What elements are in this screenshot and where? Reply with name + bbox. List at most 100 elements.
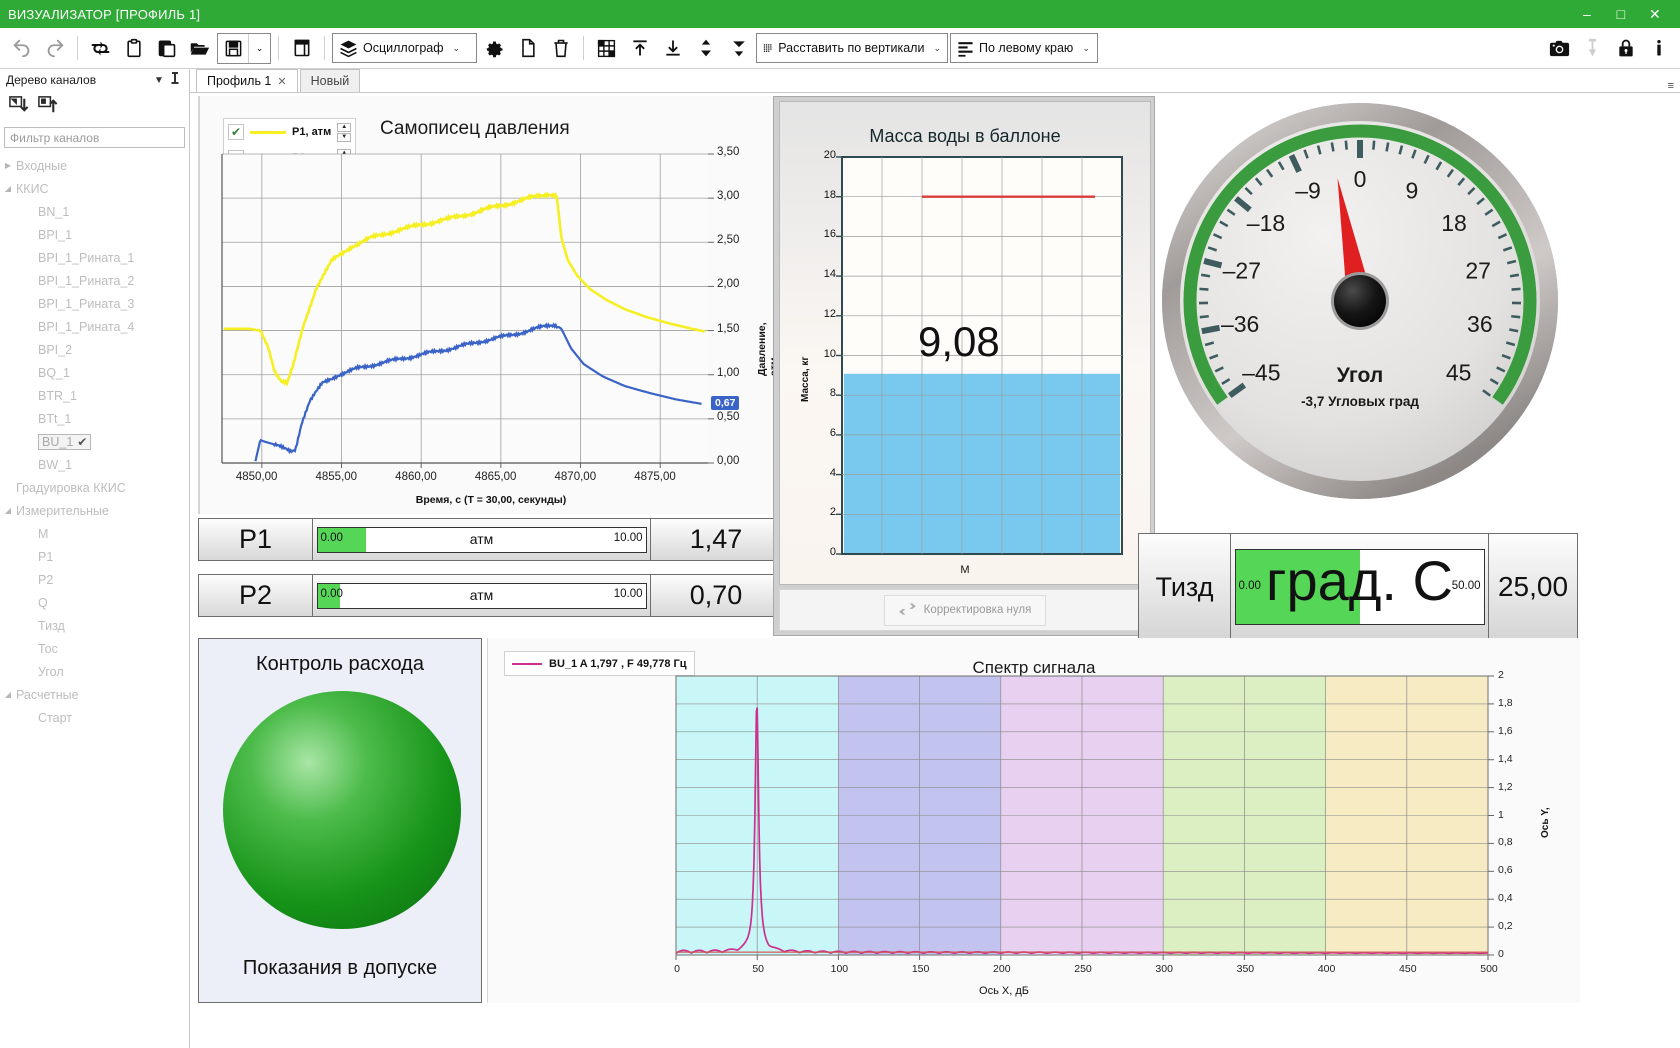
tree-item[interactable]: BN_1	[0, 200, 189, 223]
tree-item[interactable]: BPI_1_Рината_1	[0, 246, 189, 269]
tree-expander-icon[interactable]: ◢	[0, 690, 16, 699]
tree-item-label: BPI_1_Рината_3	[38, 296, 135, 311]
minimize-button[interactable]: –	[1570, 0, 1604, 28]
tree-item[interactable]: P2	[0, 568, 189, 591]
water-mass-y-tick: 20	[823, 149, 836, 161]
tree-item[interactable]: BTt_1	[0, 407, 189, 430]
spectrum-y-tick: 0,2	[1498, 920, 1513, 933]
recorder-x-tick: 4850,00	[235, 471, 278, 483]
spectrum-plot[interactable]	[488, 638, 1581, 1003]
readout-bar-p1[interactable]: 0.00 атм 10.00	[316, 526, 647, 553]
clipboard-icon[interactable]	[118, 33, 149, 64]
gauge-value-text: -3,7 Угловых град	[1301, 394, 1419, 409]
tree-item[interactable]: Q	[0, 591, 189, 614]
pin-icon[interactable]	[1577, 33, 1608, 64]
tab-new[interactable]: Новый	[299, 69, 361, 92]
tree-item-label: Угол	[38, 664, 64, 679]
new-document-icon[interactable]	[512, 33, 543, 64]
flow-control-panel: Контроль расхода Показания в допуске	[198, 638, 482, 1003]
tree-item[interactable]: BPI_1_Рината_4	[0, 315, 189, 338]
info-icon[interactable]	[1643, 33, 1674, 64]
close-icon[interactable]: ✕	[277, 75, 286, 88]
tree-item[interactable]: BPI_1	[0, 223, 189, 246]
camera-icon[interactable]	[1544, 33, 1575, 64]
expand-vertical-icon[interactable]	[690, 33, 721, 64]
lock-icon[interactable]	[1610, 33, 1641, 64]
folder-open-icon[interactable]	[184, 33, 215, 64]
zero-correction-button[interactable]: Корректировка нуля	[883, 594, 1047, 626]
refresh-icon[interactable]	[85, 33, 116, 64]
window-titlebar: ВИЗУАЛИЗАТОР [ПРОФИЛЬ 1] – □ ✕	[0, 0, 1680, 28]
angle-gauge[interactable]: –45–36–27–18–9 0 918273645	[1140, 96, 1580, 526]
readout-unit-p1: атм	[469, 530, 494, 547]
tree-item[interactable]: BU_1 ✔	[0, 430, 189, 453]
spectrum-x-label: Ось X, дБ	[979, 985, 1029, 997]
tree-item-check-icon: ✔	[77, 434, 88, 449]
pin-icon[interactable]	[167, 72, 183, 88]
gauge-tick-label: 27	[1465, 258, 1491, 284]
tree-item[interactable]: Тос	[0, 637, 189, 660]
tree-expander-icon[interactable]: ◢	[0, 506, 16, 515]
undo-icon[interactable]	[6, 33, 37, 64]
trash-icon[interactable]	[545, 33, 576, 64]
filter-input[interactable]: Фильтр каналов	[4, 127, 185, 148]
align-top-icon[interactable]	[624, 33, 655, 64]
readout-row-p2: P2 0.00 атм 10.00 0,70	[198, 574, 782, 617]
align-bottom-icon[interactable]	[657, 33, 688, 64]
grid-icon[interactable]	[591, 33, 622, 64]
import-channels-icon[interactable]	[8, 94, 31, 122]
close-button[interactable]: ✕	[1638, 0, 1672, 28]
save-dropdown-chevron-icon[interactable]: ⌄	[248, 33, 270, 63]
tizd-bar[interactable]: 0.00 град. С 50.00	[1234, 549, 1485, 625]
maximize-button[interactable]: □	[1604, 0, 1638, 28]
tree-expander-icon[interactable]: ◢	[0, 184, 16, 193]
gear-icon[interactable]	[479, 33, 510, 64]
chevron-down-icon[interactable]: ⌄	[933, 43, 941, 54]
paste-icon[interactable]	[151, 33, 182, 64]
save-split-button[interactable]: ⌄	[217, 32, 271, 64]
tab-menu-icon[interactable]: ≡	[1668, 81, 1674, 92]
tree-item[interactable]: BQ_1	[0, 361, 189, 384]
chevron-down-icon[interactable]: ⌄	[453, 43, 461, 54]
tab-profile-1[interactable]: Профиль 1 ✕	[196, 69, 298, 92]
recorder-x-tick: 4860,00	[395, 471, 437, 483]
tree-item[interactable]: Градуировка ККИС	[0, 476, 189, 499]
arrange-combobox[interactable]: Расставить по вертикали ⌄	[756, 33, 948, 63]
tree-item-label: BN_1	[38, 204, 70, 219]
tree-item[interactable]: Угол	[0, 660, 189, 683]
tab-bar: Профиль 1 ✕ Новый ≡	[190, 69, 1680, 93]
tree-item[interactable]: Старт	[0, 706, 189, 729]
tree-expander-icon[interactable]: ▶	[0, 161, 16, 170]
tree-item[interactable]: ◢ Расчетные	[0, 683, 189, 706]
export-channels-icon[interactable]	[37, 94, 60, 122]
recorder-plot[interactable]	[200, 96, 784, 514]
tree-item[interactable]: BPI_1_Рината_2	[0, 269, 189, 292]
redo-icon[interactable]	[39, 33, 70, 64]
tree-item[interactable]: BPI_1_Рината_3	[0, 292, 189, 315]
save-icon[interactable]	[218, 34, 248, 63]
spectrum-x-tick: 0	[674, 963, 680, 975]
tree-item[interactable]: ▶ Входные	[0, 154, 189, 177]
tree-item[interactable]: BW_1	[0, 453, 189, 476]
tree-item[interactable]: ◢ Измерительные	[0, 499, 189, 522]
spectrum-y-tick: 0,8	[1498, 836, 1513, 849]
align-combobox[interactable]: По левому краю ⌄	[950, 33, 1098, 63]
tree-item[interactable]: BTR_1	[0, 384, 189, 407]
mode-combobox[interactable]: Осциллограф ⌄	[332, 33, 477, 63]
recorder-y-tick: 1,00	[717, 366, 740, 379]
tree-item[interactable]: M	[0, 522, 189, 545]
readout-bar-p2[interactable]: 0.00 атм 10.00	[316, 582, 647, 609]
tree-item[interactable]: BPI_2	[0, 338, 189, 361]
tree-item[interactable]: P1	[0, 545, 189, 568]
collapse-vertical-icon[interactable]	[723, 33, 754, 64]
spectrum-x-tick: 300	[1155, 963, 1173, 975]
window-layout-icon[interactable]	[286, 33, 317, 64]
channel-tree[interactable]: ▶ Входные ◢ ККИС BN_1 BPI_1 BPI_1_Рината_1 BPI_…	[0, 150, 189, 1048]
chevron-down-icon[interactable]: ▼	[151, 75, 167, 86]
tree-item-label: Градуировка ККИС	[16, 480, 126, 495]
tree-item[interactable]: Тизд	[0, 614, 189, 637]
tree-item[interactable]: ◢ ККИС	[0, 177, 189, 200]
tree-item-label: Q	[38, 595, 48, 610]
chevron-down-icon[interactable]: ⌄	[1082, 43, 1090, 54]
tree-item-label: Тизд	[38, 618, 65, 633]
